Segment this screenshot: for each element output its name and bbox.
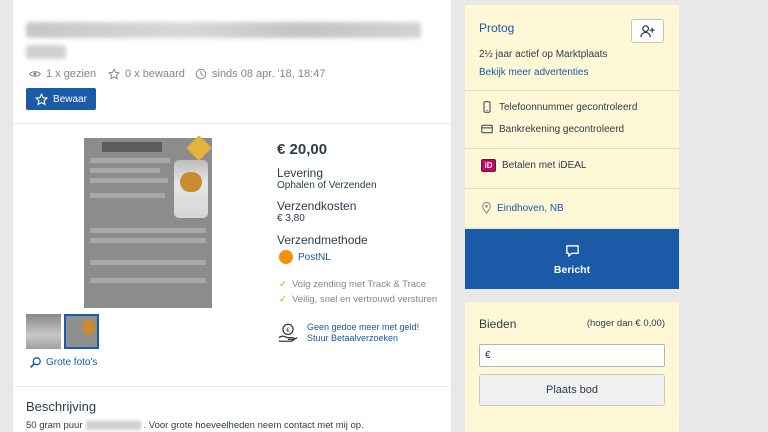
seller-active-years: 2½ jaar actief op Marktplaats (479, 49, 608, 60)
add-user-icon (640, 24, 655, 37)
levering-label: Levering (277, 166, 324, 180)
verzendkosten-value: € 3,80 (277, 213, 305, 224)
verzendmethode-label: Verzendmethode (277, 233, 368, 247)
bid-card: Bieden (hoger dan € 0,00) € Plaats bod (465, 302, 679, 432)
check-safe-shipping: ✓ Veilig, snel en vertrouwd versturen (279, 294, 438, 305)
bid-title: Bieden (479, 317, 517, 331)
large-photos-link[interactable]: Grote foto's (29, 356, 97, 369)
message-label: Bericht (553, 263, 591, 276)
message-button[interactable]: Bericht (465, 229, 679, 289)
seller-card: Protog 2½ jaar actief op Marktplaats Bek… (465, 5, 679, 227)
phone-icon (483, 101, 491, 113)
main-photo[interactable] (26, 135, 270, 308)
save-label: Bewaar (53, 93, 87, 105)
verzendkosten-label: Verzendkosten (277, 199, 357, 213)
more-ads-link[interactable]: Bekijk meer advertenties (479, 67, 589, 78)
clock-icon (195, 68, 207, 80)
checkmark-icon: ✓ (279, 294, 287, 305)
price: € 20,00 (277, 141, 328, 158)
payment-request-promo[interactable]: € Geen gedoe meer met geld! Stuur Betaal… (277, 322, 419, 344)
magnifier-icon (30, 357, 41, 368)
check-track-trace: ✓ Volg zending met Track & Trace (279, 279, 427, 290)
listing-body: Grote foto's € 20,00 Levering Ophalen of… (13, 124, 451, 386)
postnl-logo-icon (279, 250, 293, 264)
bank-verified: Bankrekening gecontroleerd (481, 123, 624, 135)
saves-count: 0 x bewaard (125, 68, 185, 80)
since-meta: sinds 08 apr. '18, 18:47 (195, 68, 325, 80)
payreq-link[interactable]: Stuur Betaalverzoeken (307, 333, 419, 344)
views-meta: 1 x gezien (29, 68, 96, 80)
thumbnail-2[interactable] (64, 314, 99, 349)
description-section: Beschrijving 50 gram puur. Voor grote ho… (13, 387, 451, 432)
postnl-label: PostNL (298, 251, 331, 263)
currency-prefix: € (485, 350, 491, 361)
star-icon (108, 68, 120, 80)
thumbnail-1[interactable] (26, 314, 61, 349)
ideal-payment: iD Betalen met iDEAL (481, 159, 587, 172)
description-text: 50 gram puur. Voor grote hoeveelheden ne… (26, 420, 364, 431)
checkmark-icon: ✓ (279, 279, 287, 290)
follow-seller-button[interactable] (631, 19, 664, 43)
hand-coin-icon: € (278, 323, 298, 342)
saves-meta: 0 x bewaard (108, 68, 185, 80)
place-bid-button[interactable]: Plaats bod (479, 374, 665, 406)
eye-icon (29, 71, 41, 77)
svg-text:€: € (286, 327, 290, 334)
bid-minimum: (hoger dan € 0,00) (586, 318, 665, 329)
save-button[interactable]: Bewaar (26, 88, 96, 110)
bank-card-icon (481, 124, 493, 134)
photo-document (84, 135, 212, 308)
listing-header: 1 x gezien 0 x bewaard sinds 08 apr. '18… (13, 0, 451, 123)
listing-title-blurred-2 (26, 45, 66, 59)
large-photos-label: Grote foto's (46, 357, 98, 368)
ideal-icon: iD (481, 159, 496, 172)
seller-name[interactable]: Protog (479, 21, 514, 35)
payreq-line-1: Geen gedoe meer met geld! (307, 322, 420, 332)
listing-title-blurred (26, 22, 421, 38)
chat-bubble-icon (565, 244, 579, 257)
bid-amount-input[interactable]: € (479, 344, 665, 367)
seller-location[interactable]: Eindhoven, NB (481, 202, 564, 214)
location-pin-icon (482, 202, 491, 214)
views-count: 1 x gezien (46, 68, 97, 80)
description-title: Beschrijving (26, 399, 97, 414)
since-date: sinds 08 apr. '18, 18:47 (212, 68, 326, 80)
levering-value: Ophalen of Verzenden (277, 180, 377, 191)
postnl-method: PostNL (279, 250, 331, 264)
star-icon (35, 92, 49, 105)
phone-verified: Telefoonnummer gecontroleerd (481, 101, 637, 113)
